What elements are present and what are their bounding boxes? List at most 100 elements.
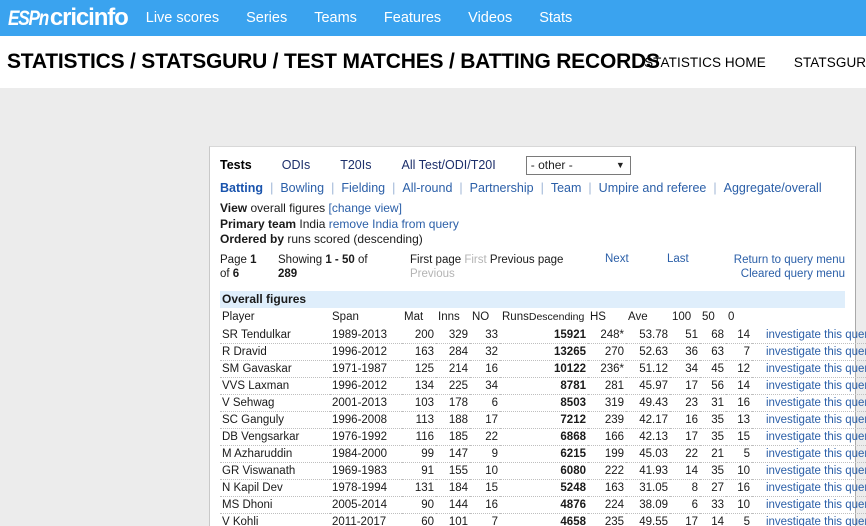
page-title: STATISTICS / STATSGURU / TEST MATCHES / … xyxy=(7,50,660,73)
return-to-query-menu-link[interactable]: Return to query menu xyxy=(734,253,845,267)
nav-item-live-scores[interactable]: Live scores xyxy=(146,0,219,36)
link-team[interactable]: Team xyxy=(551,181,582,195)
other-format-select[interactable]: - other - ▼ xyxy=(525,155,631,175)
tab-odis[interactable]: ODIs xyxy=(282,158,310,172)
investigate-query-link[interactable]: investigate this query xyxy=(766,448,866,460)
cell-span: 2001-2013 xyxy=(330,394,402,412)
cell-average: 45.03 xyxy=(626,445,670,463)
link-aggregate-overall[interactable]: Aggregate/overall xyxy=(724,181,822,195)
link-bowling[interactable]: Bowling xyxy=(280,181,324,195)
tab-t20is[interactable]: T20Is xyxy=(340,158,371,172)
cell-player-name[interactable]: N Kapil Dev xyxy=(220,479,330,497)
query-menu-links: Return to query menu Cleared query menu xyxy=(734,253,845,281)
investigate-query-link[interactable]: investigate this query xyxy=(766,346,866,358)
remove-team-link[interactable]: remove India from query xyxy=(329,217,459,231)
cell-not-outs: 17 xyxy=(470,411,500,429)
cell-ducks: 5 xyxy=(726,513,752,526)
cell-player-name[interactable]: SR Tendulkar xyxy=(220,326,330,344)
cell-player-name[interactable]: V Sehwag xyxy=(220,394,330,412)
cell-hundreds: 17 xyxy=(670,513,700,526)
cell-matches: 103 xyxy=(402,394,436,412)
column-header-no[interactable]: NO xyxy=(470,308,500,327)
nav-item-features[interactable]: Features xyxy=(384,0,441,36)
espncricinfo-logo[interactable]: ESPn cricinfo xyxy=(8,0,129,36)
last-link[interactable]: Last xyxy=(667,253,689,265)
showing-indicator: Showing 1 - 50 of 289 xyxy=(278,253,373,281)
cell-average: 45.97 xyxy=(626,377,670,395)
column-header-ducks[interactable]: 0 xyxy=(726,308,752,327)
divider: | xyxy=(588,181,592,195)
cell-highest-score: 236* xyxy=(588,360,626,378)
table-head: Player Span Mat Inns NO RunsDescending H… xyxy=(220,308,866,327)
top-navigation-bar: ESPn cricinfo Live scores Series Teams F… xyxy=(0,0,866,36)
cell-ducks: 16 xyxy=(726,394,752,412)
cell-runs: 15921 xyxy=(500,326,588,344)
cell-span: 1996-2012 xyxy=(330,343,402,361)
investigate-query-link[interactable]: investigate this query xyxy=(766,431,866,443)
cell-player-name[interactable]: DB Vengsarkar xyxy=(220,428,330,446)
column-header-player[interactable]: Player xyxy=(220,308,330,327)
nav-item-series[interactable]: Series xyxy=(246,0,287,36)
link-all-round[interactable]: All-round xyxy=(402,181,452,195)
cell-player-name[interactable]: SM Gavaskar xyxy=(220,360,330,378)
column-header-ave[interactable]: Ave xyxy=(626,308,670,327)
investigate-query-link[interactable]: investigate this query xyxy=(766,516,866,526)
section-nav-statistics-home[interactable]: STATISTICS HOME xyxy=(644,55,766,70)
cell-runs: 10122 xyxy=(500,360,588,378)
investigate-query-link[interactable]: investigate this query xyxy=(766,499,866,511)
previous-link[interactable]: Previous xyxy=(410,268,455,280)
cell-highest-score: 239 xyxy=(588,411,626,429)
link-partnership[interactable]: Partnership xyxy=(470,181,534,195)
nav-item-videos[interactable]: Videos xyxy=(468,0,512,36)
investigate-query-link[interactable]: investigate this query xyxy=(766,380,866,392)
cell-runs: 6868 xyxy=(500,428,588,446)
link-fielding[interactable]: Fielding xyxy=(341,181,385,195)
investigate-query-link[interactable]: investigate this query xyxy=(766,414,866,426)
cell-actions: investigate this query xyxy=(752,394,866,412)
link-umpire-and-referee[interactable]: Umpire and referee xyxy=(599,181,707,195)
cell-span: 2005-2014 xyxy=(330,496,402,514)
page-of: of xyxy=(220,267,230,280)
cell-hundreds: 22 xyxy=(670,445,700,463)
tab-tests[interactable]: Tests xyxy=(220,158,252,172)
investigate-query-link[interactable]: investigate this query xyxy=(766,397,866,409)
cell-player-name[interactable]: V Kohli xyxy=(220,513,330,526)
nav-item-teams[interactable]: Teams xyxy=(314,0,357,36)
column-header-fifties[interactable]: 50 xyxy=(700,308,726,327)
cell-highest-score: 166 xyxy=(588,428,626,446)
column-header-inns[interactable]: Inns xyxy=(436,308,470,327)
column-header-mat[interactable]: Mat xyxy=(402,308,436,327)
column-header-hundreds[interactable]: 100 xyxy=(670,308,700,327)
cell-player-name[interactable]: MS Dhoni xyxy=(220,496,330,514)
investigate-query-link[interactable]: investigate this query xyxy=(766,329,866,341)
first-page-label: First page xyxy=(410,253,462,266)
cell-player-name[interactable]: SC Ganguly xyxy=(220,411,330,429)
tab-all-formats[interactable]: All Test/ODI/T20I xyxy=(401,158,495,172)
cell-player-name[interactable]: M Azharuddin xyxy=(220,445,330,463)
cell-player-name[interactable]: R Dravid xyxy=(220,343,330,361)
column-header-span[interactable]: Span xyxy=(330,308,402,327)
column-header-hs[interactable]: HS xyxy=(588,308,626,327)
table-row: R Dravid 1996-2012 163 284 32 13265 270 52.63 36… xyxy=(220,343,866,361)
table-row: N Kapil Dev 1978-1994 131 184 15 5248 163 31.05… xyxy=(220,479,866,497)
section-nav-statsguru[interactable]: STATSGURU xyxy=(794,55,866,70)
column-header-runs[interactable]: RunsDescending xyxy=(500,308,588,327)
nav-item-stats[interactable]: Stats xyxy=(539,0,572,36)
investigate-query-link[interactable]: investigate this query xyxy=(766,465,866,477)
cell-matches: 200 xyxy=(402,326,436,344)
first-link[interactable]: First xyxy=(464,254,486,266)
change-view-link[interactable]: [change view] xyxy=(329,201,402,215)
investigate-query-link[interactable]: investigate this query xyxy=(766,482,866,494)
cell-span: 1996-2008 xyxy=(330,411,402,429)
cell-player-name[interactable]: VVS Laxman xyxy=(220,377,330,395)
investigate-query-link[interactable]: investigate this query xyxy=(766,363,866,375)
cell-player-name[interactable]: GR Viswanath xyxy=(220,462,330,480)
cleared-query-menu-link[interactable]: Cleared query menu xyxy=(734,267,845,281)
cell-innings: 214 xyxy=(436,360,470,378)
cell-highest-score: 281 xyxy=(588,377,626,395)
table-row: GR Viswanath 1969-1983 91 155 10 6080 222 41.93… xyxy=(220,462,866,480)
link-batting[interactable]: Batting xyxy=(220,181,263,195)
next-link[interactable]: Next xyxy=(605,253,629,265)
table-row: MS Dhoni 2005-2014 90 144 16 4876 224 38.09 6 33 1… xyxy=(220,496,866,514)
format-tabs: Tests ODIs T20Is All Test/ODI/T20I - oth… xyxy=(220,147,845,177)
